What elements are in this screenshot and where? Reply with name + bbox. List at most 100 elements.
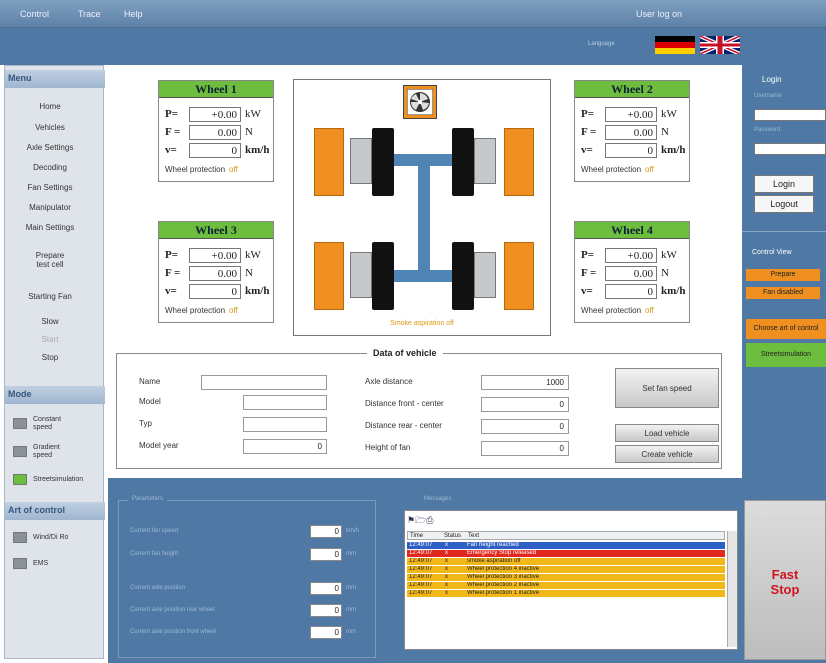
message-status: x — [445, 550, 448, 556]
name-field[interactable] — [201, 375, 327, 390]
fast-stop-label: Fast Stop — [770, 567, 800, 597]
password-label: Password — [754, 127, 781, 133]
message-header: Time Status Text — [407, 531, 725, 540]
force-value: 0.00 — [189, 266, 241, 281]
param-value: 0 — [310, 548, 342, 561]
power-value: +0.00 — [189, 107, 241, 122]
stop-button[interactable]: Stop — [5, 353, 95, 362]
distance-rear-label: Distance rear - center — [365, 421, 442, 430]
username-label: Username — [754, 93, 782, 99]
message-row[interactable]: 12:49:07 x Wheel protection 3 inactive — [407, 574, 725, 581]
menu-control[interactable]: Control — [20, 9, 49, 19]
menu-trace[interactable]: Trace — [78, 9, 101, 19]
message-text: Fan height reached — [467, 542, 519, 548]
password-input[interactable] — [754, 143, 826, 155]
param-unit: mm — [346, 551, 356, 557]
motor-rear-right — [504, 242, 534, 310]
force-label: F = — [165, 126, 181, 138]
model-field[interactable] — [243, 395, 327, 410]
message-time: 12:49:07 — [409, 542, 433, 548]
message-text: Wheel protection 1 inactive — [467, 590, 540, 596]
col-text: Text — [468, 533, 480, 539]
power-label: P= — [165, 108, 178, 120]
force-label: F = — [581, 267, 597, 279]
message-row[interactable]: 12:49:07 x Wheel protection 2 inactive — [407, 582, 725, 589]
fast-stop-button[interactable]: Fast Stop — [744, 500, 826, 660]
force-unit: N — [661, 267, 669, 279]
mode-street-indicator[interactable] — [13, 474, 27, 485]
choose-art-of-control-button[interactable]: Choose art of control — [746, 319, 826, 339]
mode-constant-indicator[interactable] — [13, 418, 27, 429]
streetsimulation-button[interactable]: Streetsimulation — [746, 343, 826, 367]
distance-rear-field[interactable]: 0 — [481, 419, 569, 434]
message-status: x — [445, 582, 448, 588]
open-folder-icon[interactable]: 🗁 — [415, 515, 426, 525]
sidebar-item-decoding[interactable]: Decoding — [5, 163, 95, 172]
type-field[interactable] — [243, 417, 327, 432]
force-label: F = — [165, 267, 181, 279]
message-scrollbar[interactable] — [727, 531, 737, 647]
power-unit: kW — [661, 108, 677, 120]
axle-distance-field[interactable]: 1000 — [481, 375, 569, 390]
param-label: Current fan speed — [130, 528, 179, 534]
message-text: smoke aspiration off — [467, 558, 521, 564]
sidebar-item-vehicles[interactable]: Vehicles — [5, 123, 95, 132]
tire-rear-right — [452, 242, 474, 310]
message-time: 12:49:07 — [409, 550, 433, 556]
start-button[interactable]: Start — [5, 335, 95, 344]
filter-icon[interactable]: ⚑ — [407, 515, 415, 525]
force-label: F = — [581, 126, 597, 138]
message-row[interactable]: 12:49:07 x Fan height reached — [407, 542, 725, 549]
sidebar-item-axle-settings[interactable]: Axle Settings — [5, 143, 95, 152]
sidebar-item-manipulator[interactable]: Manipulator — [5, 203, 95, 212]
hub-rear-right — [474, 252, 496, 298]
art-wind-indicator[interactable] — [13, 532, 27, 543]
speed-unit: km/h — [661, 144, 686, 156]
user-logon[interactable]: User log on — [636, 9, 682, 19]
art-ems-indicator[interactable] — [13, 558, 27, 569]
force-value: 0.00 — [605, 266, 657, 281]
login-button[interactable]: Login — [754, 175, 814, 193]
message-row[interactable]: 12:49:07 x Wheel protection 1 inactive — [407, 590, 725, 597]
menu-help[interactable]: Help — [124, 9, 143, 19]
message-text: Emergency Stop released — [467, 550, 537, 556]
fan-icon[interactable] — [403, 85, 437, 119]
param-label: Current axle position — [130, 585, 186, 591]
message-status: x — [445, 574, 448, 580]
message-time: 12:49:07 — [409, 582, 433, 588]
param-unit: mm — [346, 607, 356, 613]
force-unit: N — [661, 126, 669, 138]
wheel-protection-state: off — [645, 306, 654, 315]
speed-unit: km/h — [661, 285, 686, 297]
message-row[interactable]: 12:49:07 x Emergency Stop released — [407, 550, 725, 557]
fan-disabled-status: Fan disabled — [746, 287, 820, 299]
tire-rear-left — [372, 242, 394, 310]
name-label: Name — [139, 377, 161, 386]
wheel-protection-label: Wheel protection — [581, 306, 642, 315]
set-fan-speed-button[interactable]: Set fan speed — [615, 368, 719, 408]
load-vehicle-button[interactable]: Load vehicle — [615, 424, 719, 442]
prepare-test-cell-button[interactable]: Prepare test cell — [5, 251, 95, 269]
create-vehicle-button[interactable]: Create vehicle — [615, 445, 719, 463]
sidebar-item-fan-settings[interactable]: Fan Settings — [5, 183, 95, 192]
model-year-field[interactable]: 0 — [243, 439, 327, 454]
print-icon[interactable]: ⎙ — [426, 515, 433, 525]
logout-button[interactable]: Logout — [754, 195, 814, 213]
username-input[interactable] — [754, 109, 826, 121]
uk-flag-icon[interactable] — [700, 36, 740, 54]
message-row[interactable]: 12:49:07 x Wheel protection 4 inactive — [407, 566, 725, 573]
param-value: 0 — [310, 626, 342, 639]
distance-front-field[interactable]: 0 — [481, 397, 569, 412]
wheel-protection-state: off — [229, 306, 238, 315]
mode-gradient-indicator[interactable] — [13, 446, 27, 457]
param-unit: mm — [346, 629, 356, 635]
speed-unit: km/h — [245, 285, 270, 297]
fan-height-field[interactable]: 0 — [481, 441, 569, 456]
sidebar-item-home[interactable]: Home — [5, 102, 95, 111]
message-row[interactable]: 12:49:07 x smoke aspiration off — [407, 558, 725, 565]
starting-fan-button[interactable]: Starting Fan — [5, 292, 95, 301]
slow-button[interactable]: Slow — [5, 317, 95, 326]
speed-label: v= — [581, 285, 593, 297]
german-flag-icon[interactable] — [655, 36, 695, 54]
sidebar-item-main-settings[interactable]: Main Settings — [5, 223, 95, 232]
